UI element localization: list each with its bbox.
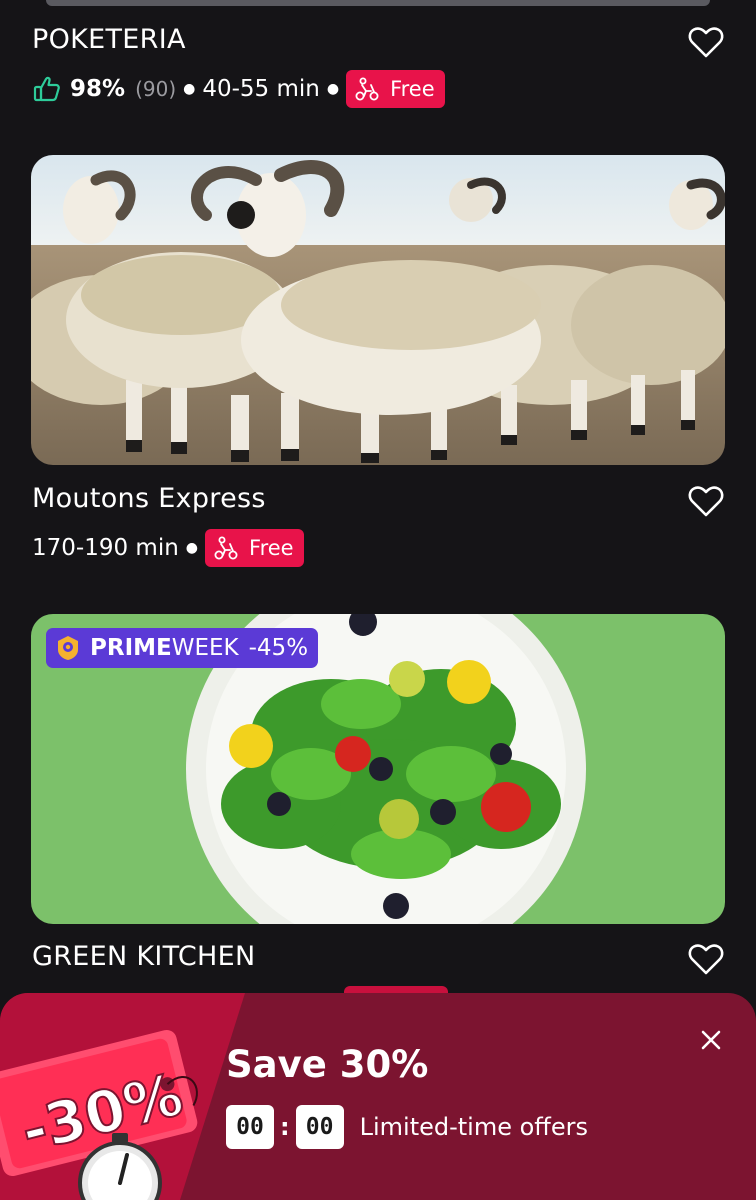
heart-outline-icon[interactable] bbox=[686, 939, 726, 979]
delivery-scooter-icon bbox=[214, 536, 238, 560]
promo-subtitle: Limited-time offers bbox=[359, 1113, 588, 1141]
prime-week-badge: PRIME WEEK -45% bbox=[46, 628, 319, 668]
store-image-moutons-express[interactable] bbox=[31, 155, 725, 465]
week-label: WEEK bbox=[171, 635, 239, 661]
store-meta-moutons-express: 170-190 min ● Free bbox=[32, 529, 304, 567]
timer-colon: : bbox=[280, 1113, 290, 1141]
delivery-time: 170-190 min bbox=[32, 535, 179, 561]
delivery-time: 40-55 min bbox=[202, 76, 320, 102]
free-delivery-badge: Free bbox=[346, 70, 445, 108]
store-name-green-kitchen[interactable]: GREEN KITCHEN bbox=[32, 941, 255, 972]
rating-count: (90) bbox=[135, 77, 177, 101]
store-name-poketeria[interactable]: POKETERIA bbox=[32, 24, 186, 55]
previous-card-image-edge bbox=[46, 0, 710, 6]
store-name-moutons-express[interactable]: Moutons Express bbox=[32, 483, 266, 514]
store-meta-poketeria: 98% (90) ● 40-55 min ● Free bbox=[32, 70, 445, 108]
separator-dot: ● bbox=[326, 81, 340, 97]
timer-minutes: 00 bbox=[226, 1105, 274, 1149]
delivery-scooter-icon bbox=[355, 77, 379, 101]
discount-label: -45% bbox=[248, 635, 309, 661]
separator-dot: ● bbox=[183, 81, 196, 97]
countdown-timer: 00 : 00 Limited-time offers bbox=[226, 1105, 588, 1149]
thumbs-up-icon bbox=[33, 76, 60, 102]
prime-label: PRIME bbox=[90, 635, 172, 661]
promo-banner[interactable]: -30% Save 30% 00 : 00 Limited-time offer… bbox=[0, 993, 756, 1200]
discount-tag-illustration: -30% bbox=[0, 993, 245, 1200]
free-delivery-label: Free bbox=[249, 536, 294, 560]
free-delivery-badge: Free bbox=[205, 529, 304, 567]
promo-title: Save 30% bbox=[226, 1043, 429, 1086]
heart-outline-icon[interactable] bbox=[686, 22, 726, 62]
free-delivery-label: Free bbox=[390, 77, 435, 101]
prime-crown-icon bbox=[58, 636, 78, 660]
close-icon[interactable] bbox=[696, 1025, 726, 1055]
heart-outline-icon[interactable] bbox=[686, 481, 726, 521]
timer-seconds: 00 bbox=[295, 1105, 344, 1149]
separator-dot: ● bbox=[185, 540, 199, 556]
rating-percent: 98% bbox=[70, 76, 126, 102]
